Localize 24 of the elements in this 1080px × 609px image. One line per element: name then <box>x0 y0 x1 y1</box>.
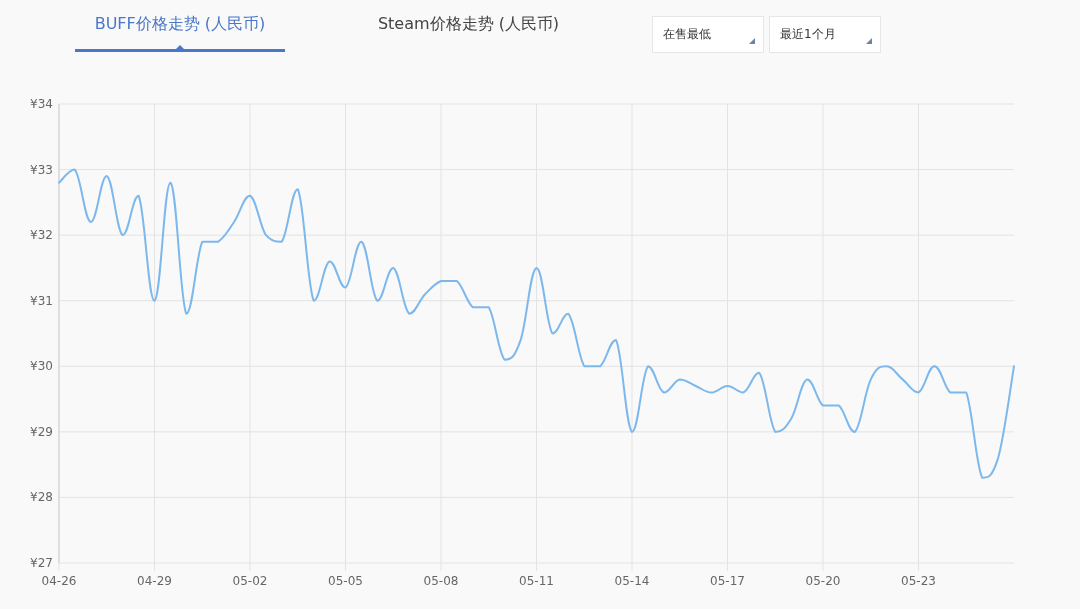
x-axis-label: 05-05 <box>328 574 363 588</box>
y-axis-label: ¥31 <box>30 293 53 308</box>
x-axis-label: 04-26 <box>41 574 77 588</box>
y-axis-label: ¥27 <box>30 556 53 570</box>
y-axis-label: ¥29 <box>30 424 53 439</box>
x-axis-label: 05-23 <box>901 574 936 588</box>
dropdown-corner-icon <box>749 38 755 44</box>
y-axis-label: ¥33 <box>30 162 53 177</box>
chart-tab[interactable]: Steam价格走势 (人民币) <box>285 0 652 52</box>
dropdown[interactable]: 最近1个月 <box>769 16 881 53</box>
dropdown[interactable]: 在售最低 <box>652 16 764 53</box>
y-axis-label: ¥30 <box>30 359 53 374</box>
x-axis-label: 05-11 <box>519 574 554 588</box>
x-axis-label: 05-17 <box>710 574 745 588</box>
y-axis-label: ¥28 <box>30 490 53 505</box>
x-axis-label: 04-29 <box>137 574 172 588</box>
x-axis-label: 05-14 <box>614 574 650 588</box>
y-axis-label: ¥32 <box>30 228 53 243</box>
chart-tab[interactable]: BUFF价格走势 (人民币) <box>75 0 285 52</box>
x-axis-label: 05-08 <box>423 574 459 588</box>
dropdown-corner-icon <box>866 38 872 44</box>
y-axis-label: ¥34 <box>30 97 53 111</box>
x-axis-label: 05-20 <box>805 574 841 588</box>
x-axis-label: 05-02 <box>232 574 268 588</box>
